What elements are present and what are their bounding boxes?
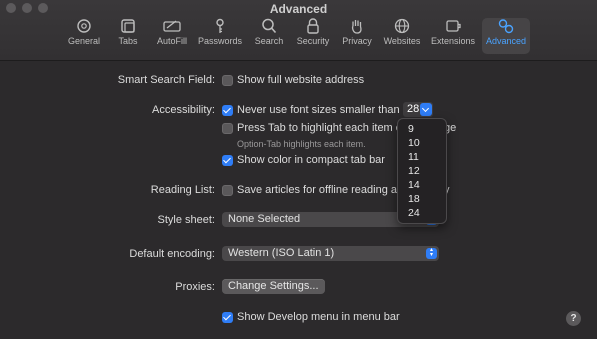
default-encoding-label: Default encoding:: [129, 248, 215, 260]
help-button[interactable]: ?: [566, 311, 581, 326]
show-full-address-label[interactable]: Show full website address: [237, 74, 364, 86]
save-offline-checkbox[interactable]: [222, 185, 233, 196]
tab-autofill[interactable]: AutoFill: [152, 18, 192, 54]
style-sheet-value: None Selected: [228, 213, 301, 225]
tab-passwords-label: Passwords: [197, 36, 242, 46]
tab-search[interactable]: Search: [252, 18, 286, 54]
tabs-icon: [121, 19, 135, 33]
tab-autofill-label: AutoFill: [156, 36, 187, 46]
press-tab-label[interactable]: Press Tab to highlight each item c: [237, 122, 401, 134]
font-size-option[interactable]: 18: [408, 193, 420, 205]
title-bar: Advanced General Tabs AutoFill Passwords: [0, 0, 597, 61]
show-develop-checkbox[interactable]: [222, 312, 233, 323]
style-sheet-label: Style sheet:: [157, 214, 215, 226]
search-icon: [262, 18, 277, 34]
font-size-option[interactable]: 14: [408, 179, 420, 191]
key-icon: [216, 18, 224, 33]
reading-list-label: Reading List:: [150, 184, 215, 196]
tab-general[interactable]: General: [64, 18, 104, 54]
font-size-option[interactable]: 12: [408, 165, 420, 177]
tab-passwords[interactable]: Passwords: [196, 18, 244, 54]
smart-search-label: Smart Search Field:: [117, 74, 215, 86]
chevron-down-icon[interactable]: [420, 103, 432, 116]
tab-search-label: Search: [254, 36, 284, 46]
tab-privacy[interactable]: Privacy: [340, 18, 374, 54]
tab-websites[interactable]: Websites: [382, 18, 422, 54]
tab-security-label: Security: [296, 36, 330, 46]
tab-general-label: General: [67, 36, 101, 46]
press-tab-checkbox[interactable]: [222, 123, 233, 134]
min-font-size-checkbox[interactable]: [222, 105, 233, 116]
tab-tabs-label: Tabs: [118, 36, 138, 46]
font-size-option[interactable]: 24: [408, 207, 420, 219]
tab-advanced[interactable]: Advanced: [482, 18, 530, 54]
hand-icon: [351, 20, 362, 34]
font-size-option[interactable]: 9: [408, 123, 414, 135]
proxies-label: Proxies:: [175, 281, 215, 293]
tab-security[interactable]: Security: [294, 18, 332, 54]
tab-extensions-label: Extensions: [430, 36, 476, 46]
autofill-icon: [163, 20, 181, 32]
font-size-menu: 9 10 11 12 14 18 24: [397, 118, 447, 224]
lock-icon: [307, 18, 319, 34]
tab-advanced-label: Advanced: [485, 36, 527, 46]
default-encoding-select[interactable]: Western (ISO Latin 1) ▴ ▾: [222, 246, 439, 261]
show-full-address-checkbox[interactable]: [222, 75, 233, 86]
font-size-option[interactable]: 10: [408, 137, 420, 149]
globe-icon: [394, 18, 410, 34]
chevron-updown-icon: ▴▾: [426, 247, 437, 259]
show-develop-label[interactable]: Show Develop menu in menu bar: [237, 311, 400, 323]
window-title: Advanced: [269, 2, 328, 16]
puzzle-icon: [446, 20, 461, 32]
option-tab-hint: Option-Tab highlights each item.: [237, 139, 366, 149]
change-settings-button[interactable]: Change Settings...: [222, 279, 325, 294]
gear-icon: [77, 19, 91, 33]
show-color-label[interactable]: Show color in compact tab bar: [237, 154, 385, 166]
tab-websites-label: Websites: [383, 36, 421, 46]
default-encoding-value: Western (ISO Latin 1): [228, 247, 335, 259]
tab-tabs[interactable]: Tabs: [112, 18, 144, 54]
font-size-value: 28: [407, 103, 420, 115]
gears-icon: [498, 19, 514, 34]
tab-extensions[interactable]: Extensions: [428, 18, 478, 54]
tab-privacy-label: Privacy: [342, 36, 372, 46]
accessibility-label: Accessibility:: [152, 104, 215, 116]
show-color-checkbox[interactable]: [222, 155, 233, 166]
save-offline-label[interactable]: Save articles for offline reading au: [237, 184, 403, 196]
min-font-size-label[interactable]: Never use font sizes smaller than: [237, 104, 400, 116]
font-size-option[interactable]: 11: [408, 151, 419, 163]
